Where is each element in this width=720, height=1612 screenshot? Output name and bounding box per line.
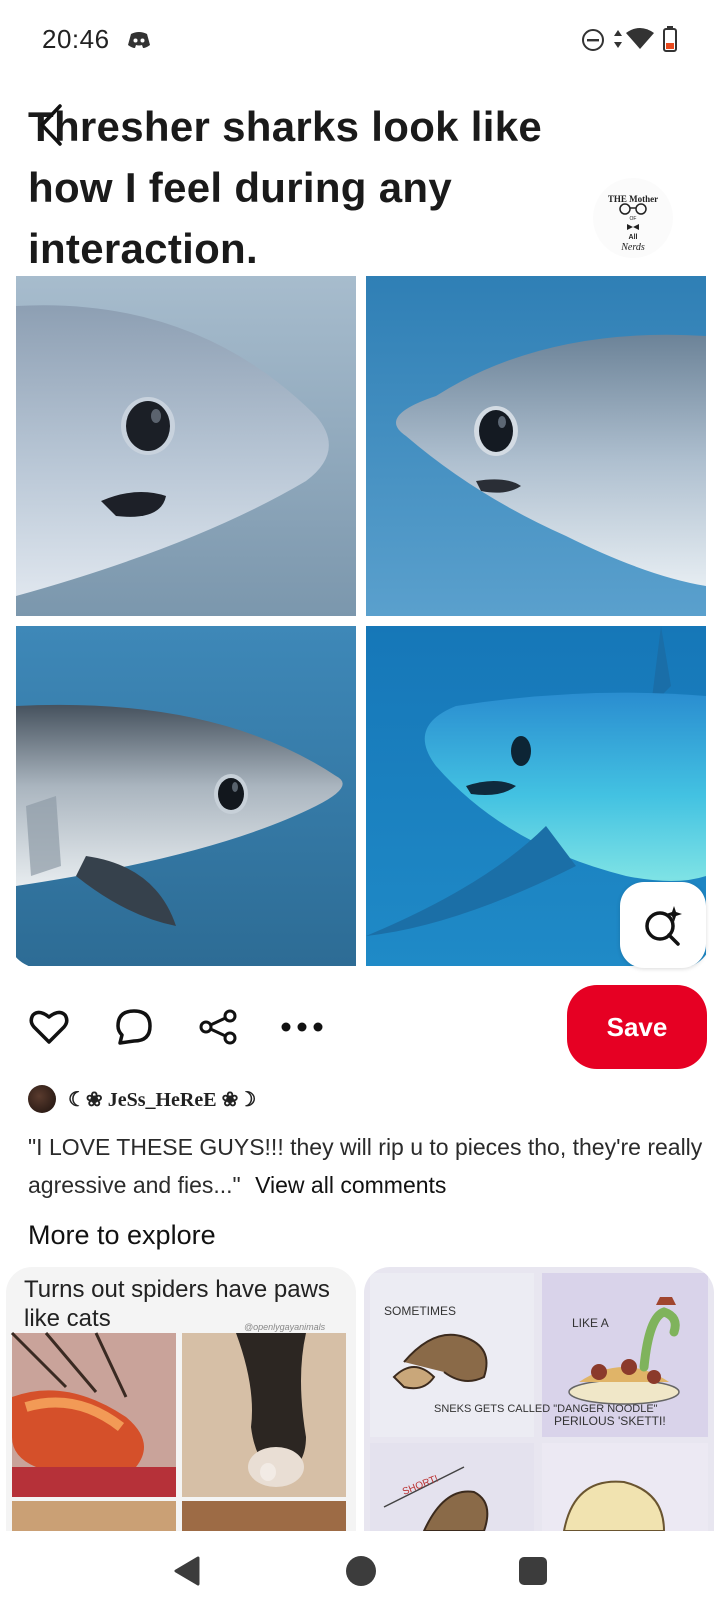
shark-image (16, 626, 356, 966)
explore-pin-card[interactable]: Turns out spiders have paws like cats @o… (6, 1267, 356, 1531)
comment-button[interactable] (112, 1005, 156, 1049)
pin-caption: Thresher sharks look like how I feel dur… (28, 103, 543, 272)
do-not-disturb-icon (582, 29, 604, 51)
visual-search-icon (645, 906, 682, 946)
view-all-comments-link[interactable]: View all comments (255, 1172, 446, 1198)
recents-square-icon[interactable] (519, 1557, 547, 1585)
comment-preview[interactable]: "I LOVE THESE GUYS!!! they will rip u to… (28, 1128, 708, 1204)
discord-icon (128, 32, 150, 48)
status-time: 20:46 (42, 24, 110, 54)
battery-low-icon (663, 26, 677, 52)
wifi-icon (626, 28, 654, 49)
like-button[interactable] (27, 1005, 71, 1049)
svg-text:SOMETIMES: SOMETIMES (384, 1304, 456, 1318)
shark-image (366, 276, 706, 616)
back-triangle-icon[interactable] (172, 1555, 202, 1587)
comment-icon (116, 1009, 152, 1045)
pin-watermark: @openlygayanimals (244, 1322, 326, 1332)
svg-text:PERILOUS 'SKETTI!: PERILOUS 'SKETTI! (554, 1414, 666, 1428)
snek-comic-image: SOMETIMES SNEKS GETS CALLED "DANGER NOOD… (370, 1273, 708, 1531)
author-name[interactable]: ☾❀ JeSs_HeReE ❀☽ (68, 1087, 256, 1112)
svg-text:LIKE A: LIKE A (572, 1316, 609, 1330)
share-button[interactable] (196, 1005, 240, 1049)
watermark-logo: THE Mother OF All Nerds (593, 178, 673, 258)
svg-text:OF: OF (630, 216, 637, 222)
shark-image (16, 276, 356, 616)
more-to-explore-heading: More to explore (28, 1220, 216, 1250)
back-button[interactable] (24, 98, 78, 152)
shark-image-grid[interactable] (16, 276, 706, 966)
heart-icon (29, 1010, 69, 1044)
more-icon (281, 1022, 323, 1032)
data-arrows-icon (614, 30, 622, 48)
comment-author[interactable]: ☾❀ JeSs_HeReE ❀☽ (28, 1084, 256, 1114)
share-icon (199, 1009, 237, 1045)
avatar[interactable] (28, 1085, 56, 1113)
home-circle-icon[interactable] (346, 1556, 376, 1586)
save-button[interactable]: Save (567, 985, 707, 1069)
svg-text:THE Mother: THE Mother (608, 194, 658, 204)
svg-text:Nerds: Nerds (620, 242, 645, 253)
svg-text:All: All (629, 234, 638, 241)
action-bar: Save (0, 985, 720, 1071)
more-options-button[interactable] (280, 1005, 324, 1049)
explore-pin-card[interactable]: SOMETIMES SNEKS GETS CALLED "DANGER NOOD… (364, 1267, 714, 1531)
system-nav-bar (0, 1531, 720, 1612)
pin-card[interactable]: Thresher sharks look like how I feel dur… (8, 78, 712, 968)
chevron-left-icon (40, 104, 62, 146)
visual-search-button[interactable] (620, 882, 706, 968)
status-bar: 20:46 (0, 0, 720, 78)
